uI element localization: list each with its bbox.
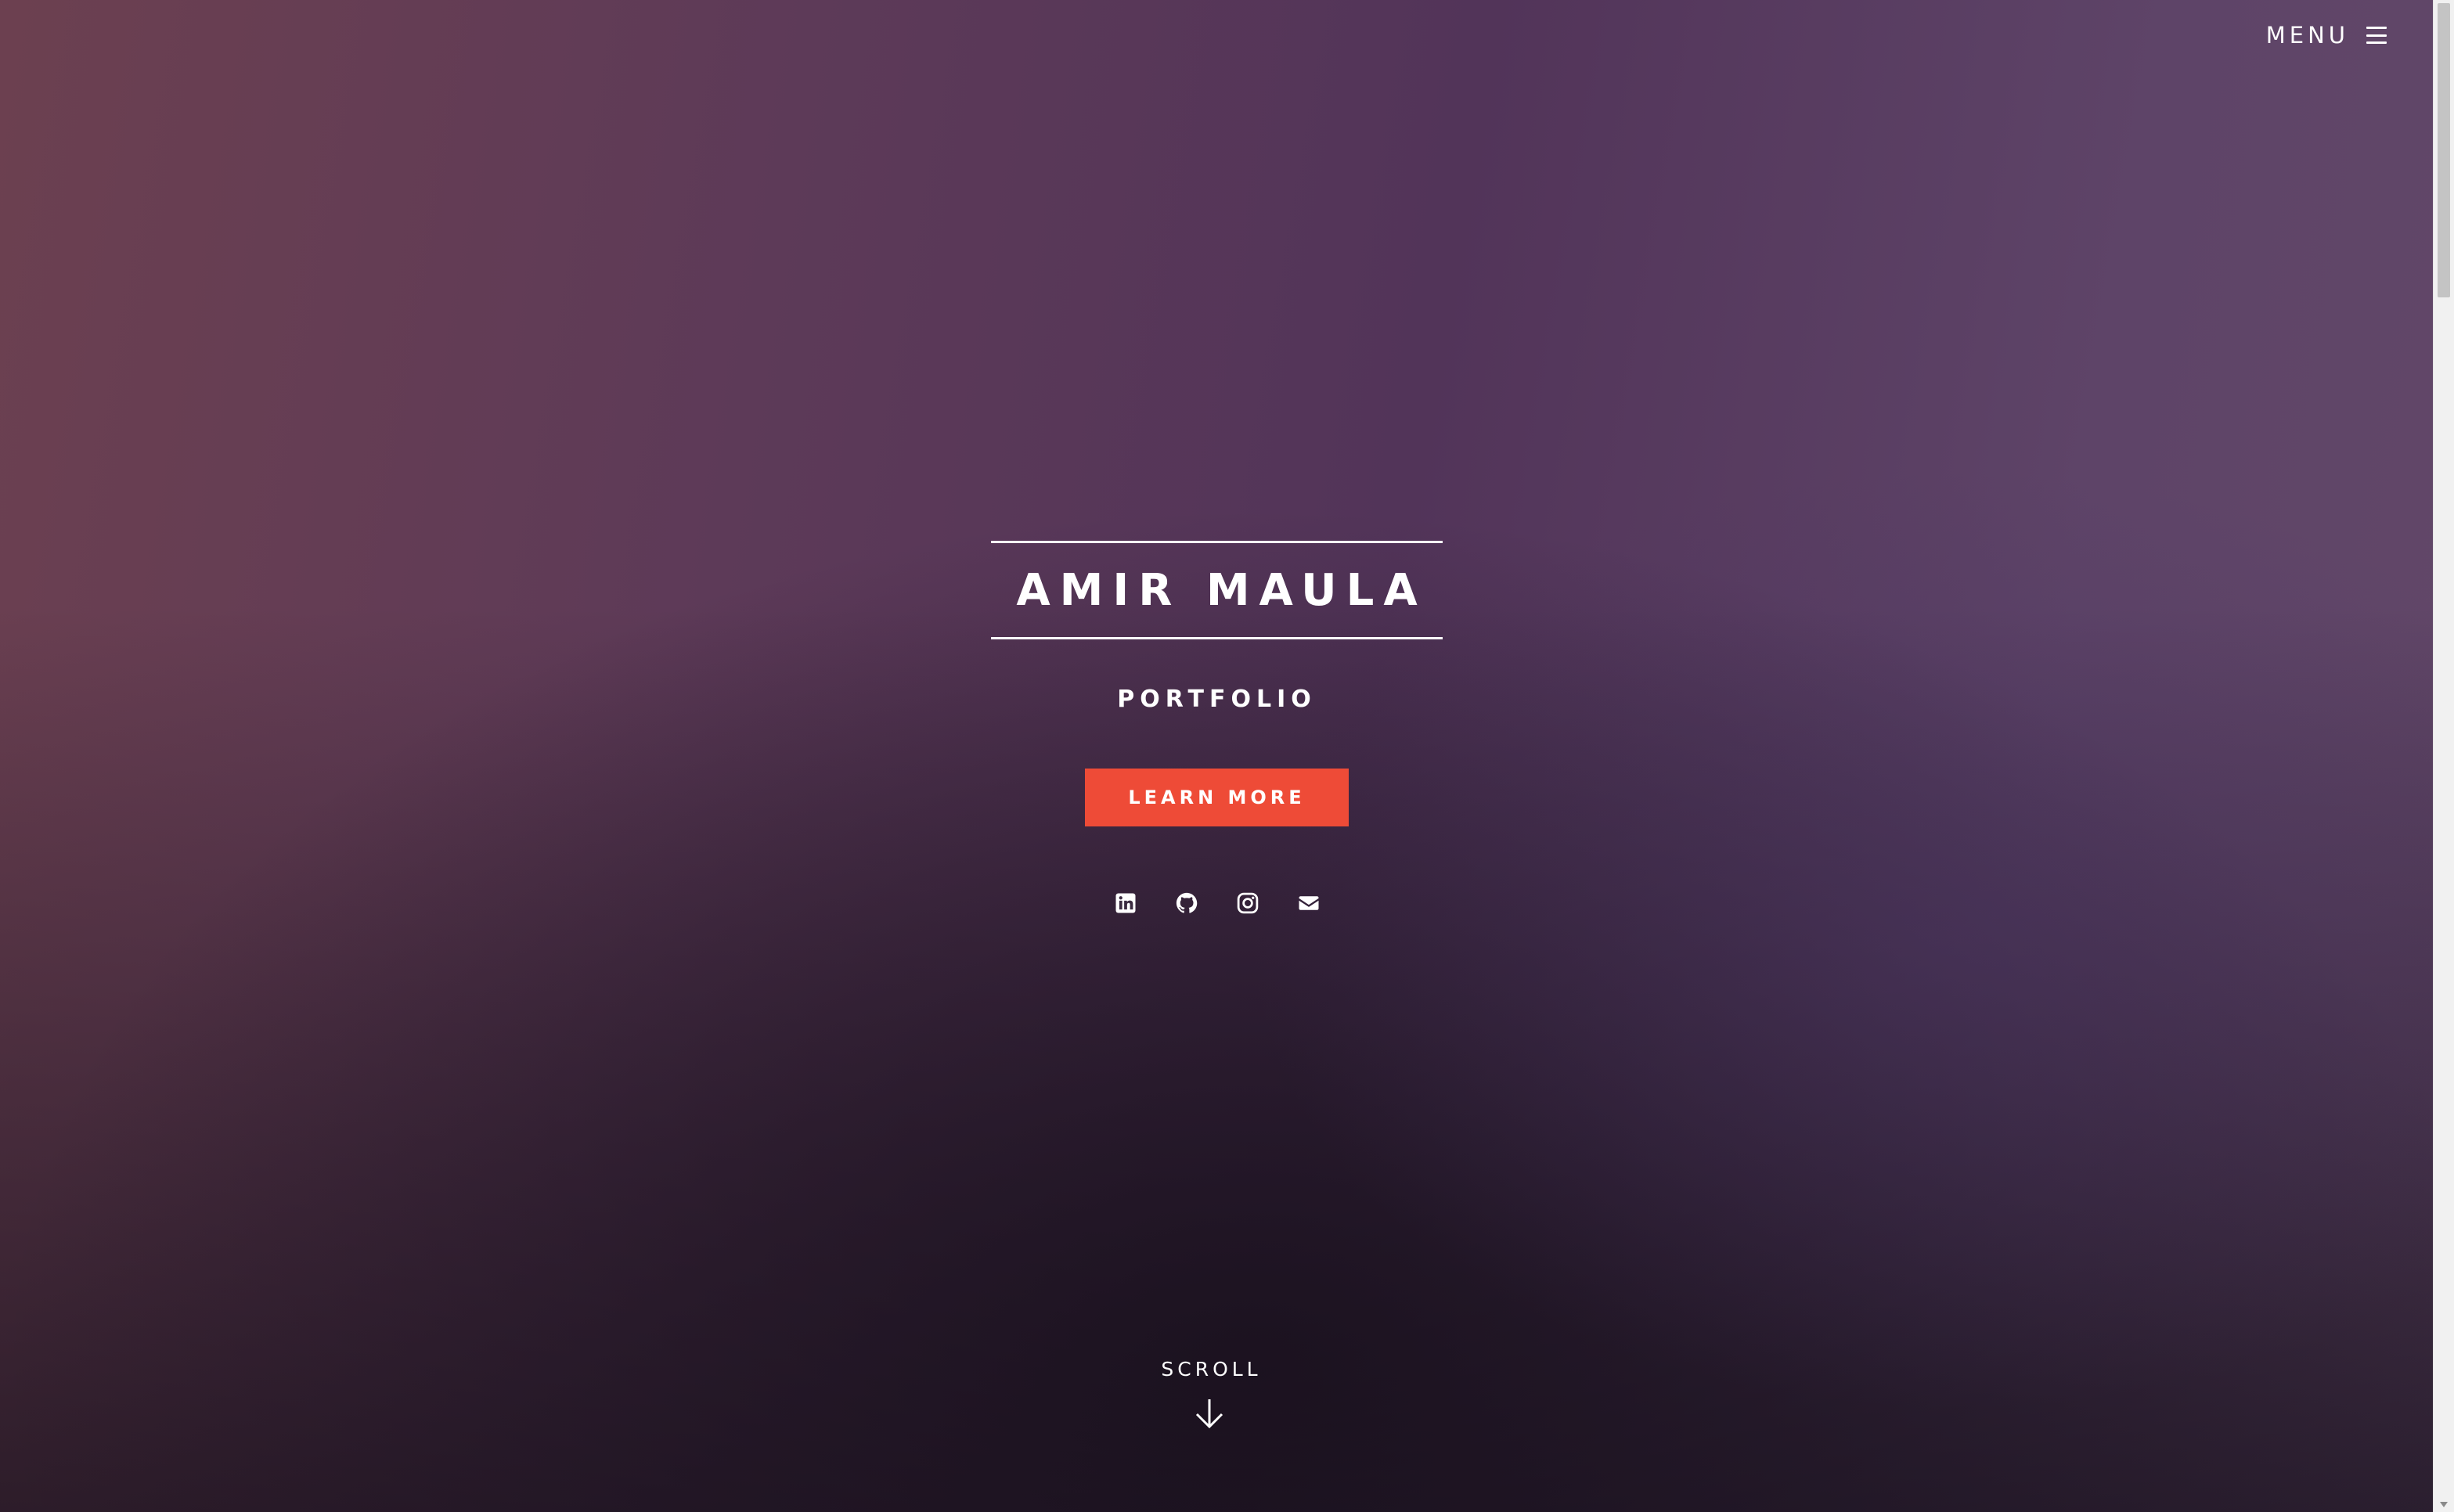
email-link[interactable] <box>1295 889 1323 917</box>
envelope-icon <box>1299 896 1319 910</box>
scrollbar[interactable] <box>2433 0 2454 1512</box>
social-links <box>1112 889 1323 917</box>
menu-button[interactable]: MENU <box>2266 22 2387 49</box>
subtitle: PORTFOLIO <box>1117 686 1317 713</box>
page-title: AMIR MAULA <box>1016 564 1427 616</box>
menu-label: MENU <box>2265 22 2349 49</box>
linkedin-icon <box>1115 893 1136 913</box>
scrollbar-down-arrow-icon[interactable] <box>2440 1502 2448 1507</box>
scrollbar-thumb[interactable] <box>2438 3 2450 297</box>
learn-more-button[interactable]: LEARN MORE <box>1085 769 1349 826</box>
scroll-down-link[interactable]: SCROLL <box>1127 1358 1292 1431</box>
github-link[interactable] <box>1173 889 1201 917</box>
hero-section: MENU AMIR MAULA PORTFOLIO LEARN MORE SCR… <box>0 0 2434 1512</box>
linkedin-link[interactable] <box>1112 889 1140 917</box>
scroll-label: SCROLL <box>1161 1358 1262 1381</box>
title-box: AMIR MAULA <box>991 541 1443 639</box>
hamburger-icon <box>2366 27 2387 44</box>
arrow-down-icon <box>1195 1399 1223 1429</box>
page: MENU AMIR MAULA PORTFOLIO LEARN MORE SCR… <box>0 0 2454 1512</box>
github-icon <box>1176 892 1198 913</box>
instagram-icon <box>1237 892 1259 914</box>
instagram-link[interactable] <box>1234 889 1262 917</box>
